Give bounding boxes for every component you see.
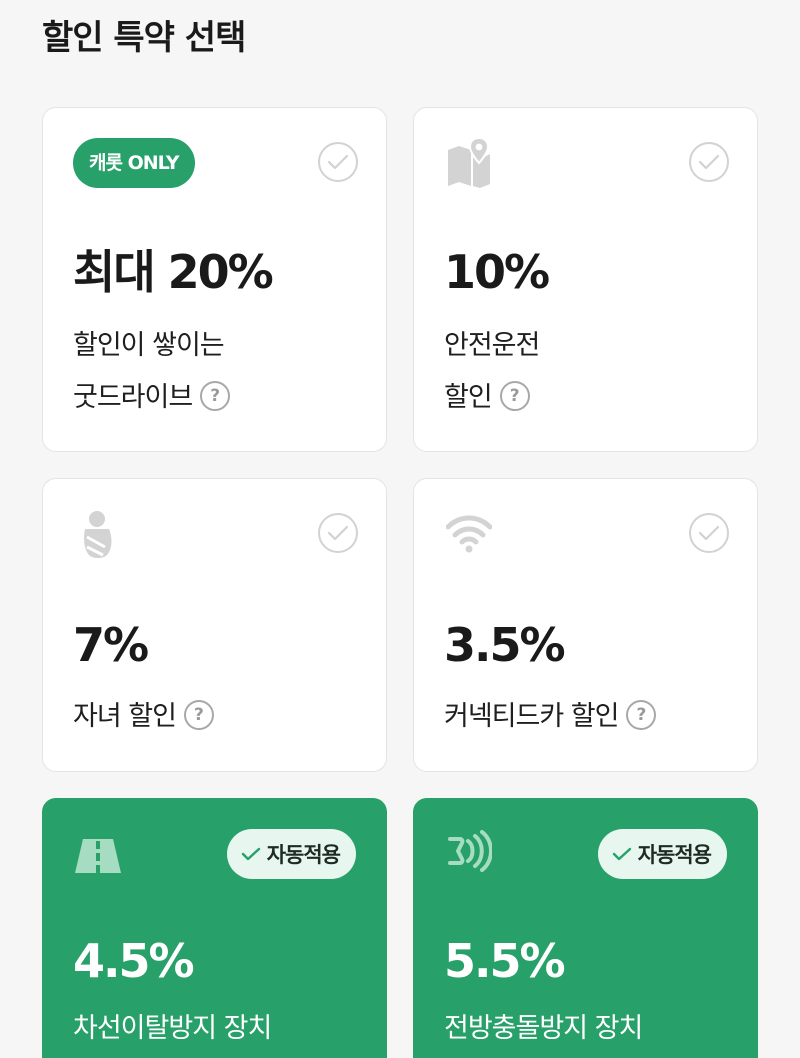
page-title: 할인 특약 선택 — [42, 18, 246, 58]
description-line: 전방충돌방지 장치 — [444, 1013, 643, 1044]
discount-description: 전방충돌방지 장치 — [444, 1003, 643, 1055]
help-icon[interactable]: ? — [183, 699, 214, 730]
description-line: 차선이탈방지 장치 — [73, 1013, 272, 1044]
discount-percent: 7% — [73, 618, 149, 672]
description-line: 자녀 할인? — [73, 691, 214, 743]
discount-percent: 4.5% — [73, 934, 195, 988]
sensor-icon — [448, 830, 492, 872]
map-pin-icon — [448, 136, 490, 188]
description-line: 굿드라이브? — [73, 372, 231, 424]
discount-description: 할인이 쌓이는 굿드라이브? — [73, 320, 231, 424]
help-icon[interactable]: ? — [200, 380, 231, 411]
check-icon — [612, 847, 631, 861]
description-line: 할인이 쌓이는 — [73, 330, 225, 361]
discount-card-child[interactable]: 7% 자녀 할인? — [42, 478, 387, 772]
discount-options-grid: 캐롯 ONLY 최대 20% 할인이 쌓이는 굿드라이브? 10% 안전운전 할… — [42, 107, 758, 1058]
discount-card-safe-driving[interactable]: 10% 안전운전 할인? — [413, 107, 758, 452]
help-icon[interactable]: ? — [499, 380, 530, 411]
description-line: 안전운전 — [444, 330, 540, 361]
discount-card-forward-collision[interactable]: 자동적용 5.5% 전방충돌방지 장치 — [413, 798, 758, 1058]
discount-description: 커넥티드카 할인? — [444, 691, 657, 743]
baby-icon — [84, 511, 112, 558]
discount-card-good-drive[interactable]: 캐롯 ONLY 최대 20% 할인이 쌓이는 굿드라이브? — [42, 107, 387, 452]
wifi-icon — [446, 515, 492, 553]
discount-description: 자녀 할인? — [73, 691, 214, 743]
auto-applied-badge: 자동적용 — [226, 829, 356, 879]
discount-percent: 5.5% — [444, 934, 566, 988]
discount-description: 안전운전 할인? — [444, 320, 540, 424]
select-check-icon[interactable] — [689, 513, 729, 553]
description-line: 커넥티드카 할인? — [444, 691, 657, 743]
description-line: 할인? — [444, 372, 539, 424]
check-icon — [241, 847, 260, 861]
road-icon — [75, 839, 121, 873]
select-check-icon[interactable] — [689, 142, 729, 182]
help-icon[interactable]: ? — [626, 699, 657, 730]
discount-percent: 최대 20% — [73, 245, 274, 299]
select-check-icon[interactable] — [318, 513, 358, 553]
auto-applied-badge: 자동적용 — [597, 829, 727, 879]
discount-percent: 3.5% — [444, 618, 566, 672]
discount-card-lane-departure[interactable]: 자동적용 4.5% 차선이탈방지 장치 — [42, 798, 387, 1058]
carrot-only-badge: 캐롯 ONLY — [73, 138, 195, 188]
discount-card-connected-car[interactable]: 3.5% 커넥티드카 할인? — [413, 478, 758, 772]
discount-description: 차선이탈방지 장치 — [73, 1003, 272, 1055]
discount-percent: 10% — [444, 245, 550, 299]
select-check-icon[interactable] — [318, 142, 358, 182]
